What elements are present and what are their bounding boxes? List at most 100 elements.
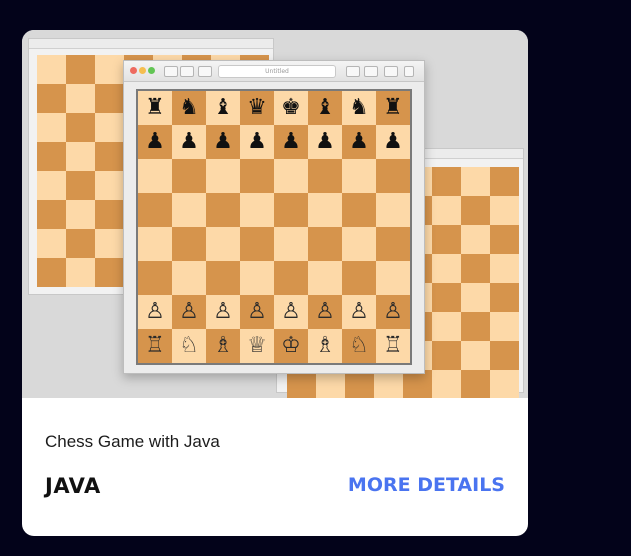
chess-square[interactable]: [308, 159, 342, 193]
chess-square[interactable]: [240, 261, 274, 295]
chess-piece-icon: ♙: [179, 299, 199, 324]
chess-square[interactable]: ♜: [376, 91, 410, 125]
window-toolbar: Untitled: [124, 61, 424, 82]
chess-square[interactable]: ♛: [240, 91, 274, 125]
chess-square[interactable]: ♙: [138, 295, 172, 329]
chess-piece-icon: ♟: [383, 129, 403, 154]
project-thumbnail: Untitled ♜ ♞ ♝ ♛ ♚ ♝ ♞ ♜ ♟ ♟ ♟ ♟ ♟ ♟ ♟ ♟ ♙ ♙ ♙ ♙ ♙ ♙ ♙ ♙ ♖ ♘ ♗ ♕ ♔ ♗ ♘…: [22, 30, 528, 398]
chess-square[interactable]: [138, 261, 172, 295]
chess-square[interactable]: [138, 227, 172, 261]
tabs-icon: [384, 66, 398, 77]
chess-square[interactable]: [376, 261, 410, 295]
chess-square[interactable]: [342, 193, 376, 227]
chess-square[interactable]: ♝: [308, 91, 342, 125]
chess-square[interactable]: ♘: [342, 329, 376, 363]
background-board-square: [37, 142, 66, 171]
chess-square[interactable]: ♙: [308, 295, 342, 329]
chess-square[interactable]: ♞: [342, 91, 376, 125]
reload-icon: [346, 66, 360, 77]
chess-piece-icon: ♙: [315, 299, 335, 324]
background-board-square: [432, 225, 461, 254]
chess-square[interactable]: [274, 261, 308, 295]
background-board-square: [66, 229, 95, 258]
chess-square[interactable]: [342, 159, 376, 193]
chess-square[interactable]: ♟: [342, 125, 376, 159]
chess-square[interactable]: ♙: [342, 295, 376, 329]
chess-square[interactable]: [172, 227, 206, 261]
chess-square[interactable]: ♙: [172, 295, 206, 329]
chess-square[interactable]: [308, 261, 342, 295]
chess-square[interactable]: ♖: [376, 329, 410, 363]
background-board-square: [461, 341, 490, 370]
background-board-square: [37, 84, 66, 113]
chess-piece-icon: ♟: [247, 129, 267, 154]
chess-square[interactable]: ♘: [172, 329, 206, 363]
chess-square[interactable]: ♜: [138, 91, 172, 125]
chess-square[interactable]: ♙: [274, 295, 308, 329]
chess-square[interactable]: ♟: [240, 125, 274, 159]
background-board-square: [287, 370, 316, 398]
background-board-square: [461, 312, 490, 341]
chess-square[interactable]: [206, 159, 240, 193]
chess-square[interactable]: [342, 261, 376, 295]
chess-square[interactable]: [274, 159, 308, 193]
chess-square[interactable]: [172, 193, 206, 227]
chess-square[interactable]: [308, 193, 342, 227]
chess-square[interactable]: [376, 159, 410, 193]
chess-square[interactable]: ♙: [206, 295, 240, 329]
chess-square[interactable]: ♟: [138, 125, 172, 159]
chess-square[interactable]: ♗: [308, 329, 342, 363]
background-board-square: [432, 196, 461, 225]
chess-square[interactable]: [274, 193, 308, 227]
background-board-square: [403, 370, 432, 398]
background-board-square: [374, 370, 403, 398]
background-board-square: [37, 171, 66, 200]
background-board-square: [461, 225, 490, 254]
chess-square[interactable]: ♝: [206, 91, 240, 125]
chess-square[interactable]: ♟: [308, 125, 342, 159]
chess-square[interactable]: ♟: [172, 125, 206, 159]
chess-piece-icon: ♙: [213, 299, 233, 324]
chess-square[interactable]: [342, 227, 376, 261]
chess-piece-icon: ♟: [145, 129, 165, 154]
chess-square[interactable]: [138, 159, 172, 193]
chess-app-window: Untitled ♜ ♞ ♝ ♛ ♚ ♝ ♞ ♜ ♟ ♟ ♟ ♟ ♟ ♟ ♟ ♟ ♙ ♙ ♙ ♙ ♙ ♙ ♙ ♙ ♖ ♘ ♗ ♕ ♔ ♗ ♘…: [123, 60, 425, 374]
chess-piece-icon: ♝: [213, 95, 233, 120]
background-board-square: [345, 370, 374, 398]
background-window-titlebar: [29, 39, 273, 49]
chess-square[interactable]: [206, 193, 240, 227]
chess-square[interactable]: ♖: [138, 329, 172, 363]
chess-square[interactable]: ♟: [274, 125, 308, 159]
chess-square[interactable]: ♙: [240, 295, 274, 329]
chess-square[interactable]: [376, 227, 410, 261]
chess-square[interactable]: [240, 159, 274, 193]
chess-square[interactable]: ♟: [376, 125, 410, 159]
chess-square[interactable]: [172, 261, 206, 295]
background-board-square: [95, 113, 124, 142]
chess-square[interactable]: [206, 227, 240, 261]
chess-square[interactable]: [240, 193, 274, 227]
chess-square[interactable]: ♗: [206, 329, 240, 363]
chess-square[interactable]: [138, 193, 172, 227]
chess-square[interactable]: [308, 227, 342, 261]
chess-piece-icon: ♟: [213, 129, 233, 154]
chess-square[interactable]: [376, 193, 410, 227]
chess-square[interactable]: [274, 227, 308, 261]
chess-square[interactable]: [172, 159, 206, 193]
chess-square[interactable]: [240, 227, 274, 261]
chess-piece-icon: ♟: [315, 129, 335, 154]
chess-square[interactable]: [206, 261, 240, 295]
chess-square[interactable]: ♔: [274, 329, 308, 363]
background-board-square: [95, 171, 124, 200]
background-board-square: [95, 229, 124, 258]
chess-board-frame: ♜ ♞ ♝ ♛ ♚ ♝ ♞ ♜ ♟ ♟ ♟ ♟ ♟ ♟ ♟ ♟ ♙ ♙ ♙ ♙ ♙ ♙ ♙ ♙ ♖ ♘ ♗ ♕ ♔ ♗ ♘ ♖: [136, 89, 412, 365]
forward-icon: [180, 66, 194, 77]
chess-square[interactable]: ♚: [274, 91, 308, 125]
chess-square[interactable]: ♟: [206, 125, 240, 159]
background-board-square: [490, 312, 519, 341]
chess-square[interactable]: ♕: [240, 329, 274, 363]
more-details-link[interactable]: MORE DETAILS: [348, 474, 505, 496]
chess-square[interactable]: ♙: [376, 295, 410, 329]
chess-piece-icon: ♛: [247, 95, 267, 120]
chess-square[interactable]: ♞: [172, 91, 206, 125]
